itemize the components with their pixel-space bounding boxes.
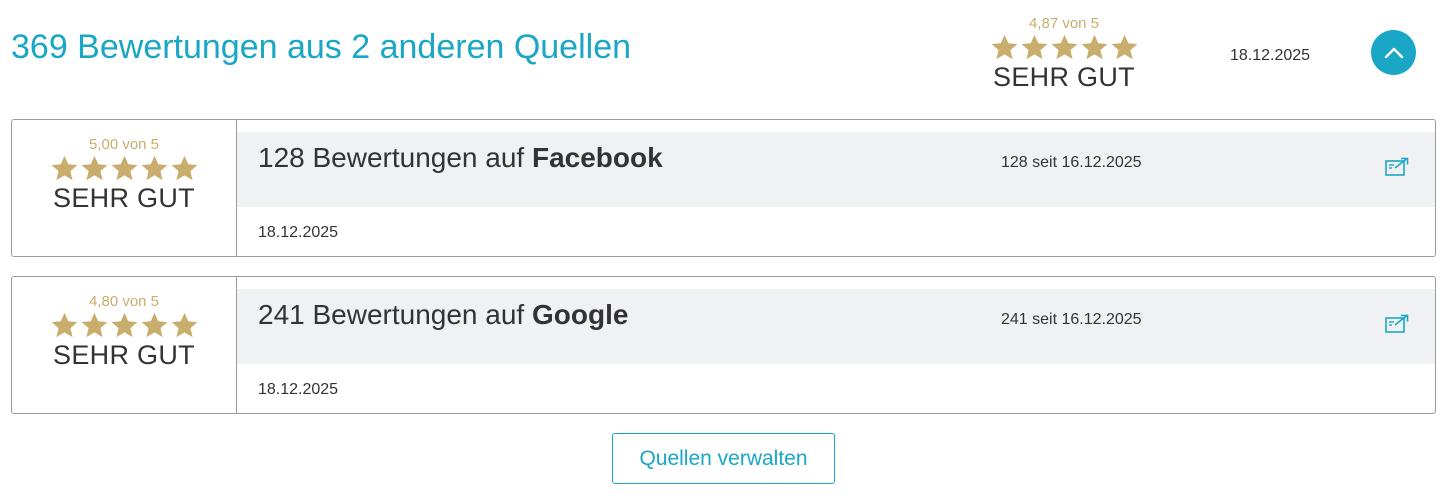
star-icon xyxy=(81,312,107,338)
star-icon xyxy=(171,155,197,181)
source-since: 128 seit 16.12.2025 xyxy=(1001,154,1142,171)
star-icon xyxy=(111,312,137,338)
star-rating xyxy=(12,311,236,340)
rating-value: 4,80 von 5 xyxy=(88,293,160,310)
star-icon xyxy=(81,155,107,181)
star-icon xyxy=(111,155,137,181)
chevron-up-icon xyxy=(1384,47,1403,58)
star-icon xyxy=(991,34,1017,60)
source-date: 18.12.2025 xyxy=(258,381,339,398)
star-icon xyxy=(141,312,167,338)
manage-sources-button[interactable]: Quellen verwalten xyxy=(612,433,835,484)
star-icon xyxy=(1111,34,1137,60)
source-platform: Facebook xyxy=(531,142,663,173)
rating-label: SEHR GUT xyxy=(53,183,195,213)
source-rating: 5,00 von 5 SEHR GUT xyxy=(12,120,237,256)
source-details: 128 Bewertungen auf Facebook 128 seit 16… xyxy=(237,120,1435,256)
header-date: 18.12.2025 xyxy=(1230,47,1311,64)
star-icon xyxy=(1021,34,1047,60)
external-link-icon[interactable] xyxy=(1385,314,1409,334)
source-platform: Google xyxy=(531,299,629,330)
page-title: 369 Bewertungen aus 2 anderen Quellen xyxy=(11,28,632,66)
collapse-button[interactable] xyxy=(1371,30,1416,75)
source-details: 241 Bewertungen auf Google 241 seit 16.1… xyxy=(237,277,1435,413)
star-icon xyxy=(51,155,77,181)
rating-value: 5,00 von 5 xyxy=(88,136,160,153)
source-card-google: 4,80 von 5 SEHR GUT 241 Bewertungen auf … xyxy=(11,276,1436,414)
source-title: 128 Bewertungen auf Facebook xyxy=(258,142,663,174)
source-title: 241 Bewertungen auf Google xyxy=(258,299,628,331)
star-icon xyxy=(1051,34,1077,60)
star-icon xyxy=(1081,34,1107,60)
rating-label: SEHR GUT xyxy=(53,340,195,370)
source-date: 18.12.2025 xyxy=(258,224,339,241)
source-title-prefix: 241 Bewertungen auf xyxy=(258,299,532,330)
source-rating: 4,80 von 5 SEHR GUT xyxy=(12,277,237,413)
star-icon xyxy=(141,155,167,181)
star-icon xyxy=(51,312,77,338)
overall-rating: 4,87 von 5 SEHR GUT xyxy=(984,15,1144,93)
star-rating xyxy=(984,33,1144,62)
source-since: 241 seit 16.12.2025 xyxy=(1001,311,1142,328)
external-link-icon[interactable] xyxy=(1385,157,1409,177)
source-card-facebook: 5,00 von 5 SEHR GUT 128 Bewertungen auf … xyxy=(11,119,1436,257)
star-icon xyxy=(171,312,197,338)
source-title-prefix: 128 Bewertungen auf xyxy=(258,142,532,173)
rating-label: SEHR GUT xyxy=(993,62,1135,92)
star-rating xyxy=(12,154,236,183)
rating-value: 4,87 von 5 xyxy=(1028,15,1100,32)
